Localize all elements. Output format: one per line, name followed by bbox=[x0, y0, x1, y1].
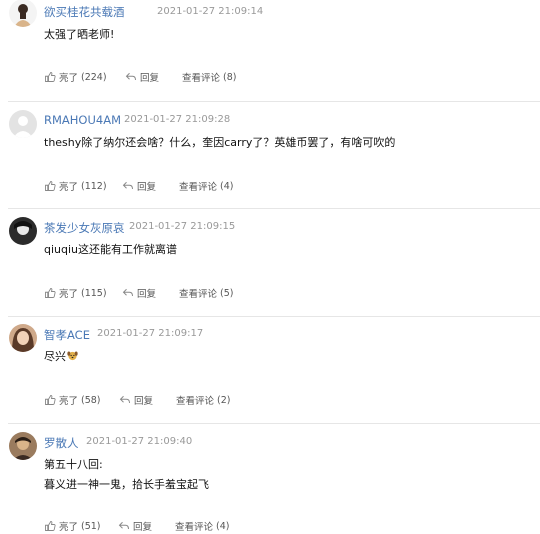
like-icon bbox=[45, 72, 56, 82]
like-label: 亮了 bbox=[59, 182, 79, 193]
comment-text: 尽兴 bbox=[44, 346, 78, 367]
reply-button[interactable]: 回复 bbox=[122, 179, 156, 193]
like-label: 亮了 bbox=[59, 522, 79, 533]
comment-text: 太强了晒老师! bbox=[44, 28, 115, 41]
avatar[interactable] bbox=[9, 217, 37, 245]
username[interactable]: 罗散人 bbox=[44, 435, 79, 451]
like-icon bbox=[45, 521, 56, 531]
like-button[interactable]: 亮了 (112) bbox=[44, 179, 107, 193]
like-button[interactable]: 亮了 (51) bbox=[44, 519, 101, 533]
like-count: (51) bbox=[81, 520, 101, 532]
username[interactable]: 智孝ACE bbox=[44, 327, 90, 343]
view-comments-button[interactable]: 查看评论 (4) bbox=[175, 519, 230, 534]
comment-text: 第五十八回: bbox=[44, 458, 103, 471]
view-comments-count: (4) bbox=[216, 520, 230, 532]
like-icon bbox=[45, 288, 56, 298]
like-icon bbox=[45, 181, 56, 191]
reply-label: 回复 bbox=[137, 289, 157, 300]
reply-label: 回复 bbox=[137, 182, 157, 193]
username[interactable]: 茶发少女灰原哀 bbox=[44, 220, 125, 236]
avatar[interactable] bbox=[9, 432, 37, 460]
reply-icon bbox=[122, 288, 133, 297]
reply-label: 回复 bbox=[134, 396, 154, 407]
comment-text: 暮义进一神一鬼，拾长手羞宝起飞 bbox=[44, 478, 209, 491]
dog-emoji-icon bbox=[67, 351, 78, 361]
like-count: (58) bbox=[81, 394, 101, 406]
like-count: (224) bbox=[81, 71, 107, 83]
like-button[interactable]: 亮了 (224) bbox=[44, 70, 107, 84]
comment-text: qiuqiu这还能有工作就离谱 bbox=[44, 243, 178, 256]
view-comments-label: 查看评论 bbox=[182, 73, 221, 84]
comment-text-line: 尽兴 bbox=[44, 350, 66, 363]
reply-label: 回复 bbox=[140, 73, 160, 84]
timestamp: 2021-01-27 21:09:28 bbox=[124, 114, 231, 125]
reply-icon bbox=[122, 181, 133, 190]
reply-button[interactable]: 回复 bbox=[122, 286, 156, 300]
view-comments-button[interactable]: 查看评论 (8) bbox=[182, 70, 237, 85]
timestamp: 2021-01-27 21:09:14 bbox=[157, 6, 264, 17]
view-comments-label: 查看评论 bbox=[175, 522, 214, 533]
like-icon bbox=[45, 395, 56, 405]
view-comments-button[interactable]: 查看评论 (5) bbox=[179, 286, 234, 301]
username[interactable]: 欲买桂花共载酒 bbox=[44, 4, 125, 20]
like-count: (115) bbox=[81, 287, 107, 299]
username[interactable]: RMAHOU4AM bbox=[44, 113, 121, 127]
view-comments-label: 查看评论 bbox=[179, 182, 218, 193]
view-comments-count: (2) bbox=[217, 394, 231, 406]
timestamp: 2021-01-27 21:09:15 bbox=[129, 221, 236, 232]
comment-text: theshy除了纳尔还会啥？什么，奎因carry了？英雄币罢了，有啥可吹的 bbox=[44, 136, 396, 149]
reply-icon bbox=[119, 395, 130, 404]
reply-icon bbox=[118, 521, 129, 530]
divider bbox=[8, 208, 540, 209]
like-label: 亮了 bbox=[59, 396, 79, 407]
view-comments-count: (8) bbox=[223, 71, 237, 83]
like-label: 亮了 bbox=[59, 289, 79, 300]
reply-button[interactable]: 回复 bbox=[125, 70, 159, 84]
like-button[interactable]: 亮了 (115) bbox=[44, 286, 107, 300]
avatar[interactable] bbox=[9, 110, 37, 138]
like-label: 亮了 bbox=[59, 73, 79, 84]
reply-button[interactable]: 回复 bbox=[119, 393, 153, 407]
view-comments-count: (5) bbox=[220, 287, 234, 299]
view-comments-label: 查看评论 bbox=[179, 289, 218, 300]
timestamp: 2021-01-27 21:09:40 bbox=[86, 436, 193, 447]
avatar[interactable] bbox=[9, 0, 37, 27]
reply-button[interactable]: 回复 bbox=[118, 519, 152, 533]
like-count: (112) bbox=[81, 180, 107, 192]
avatar[interactable] bbox=[9, 324, 37, 352]
timestamp: 2021-01-27 21:09:17 bbox=[97, 328, 204, 339]
divider bbox=[8, 101, 540, 102]
view-comments-button[interactable]: 查看评论 (2) bbox=[176, 393, 231, 408]
reply-label: 回复 bbox=[133, 522, 153, 533]
view-comments-count: (4) bbox=[220, 180, 234, 192]
view-comments-label: 查看评论 bbox=[176, 396, 215, 407]
divider bbox=[8, 316, 540, 317]
like-button[interactable]: 亮了 (58) bbox=[44, 393, 101, 407]
divider bbox=[8, 423, 540, 424]
view-comments-button[interactable]: 查看评论 (4) bbox=[179, 179, 234, 194]
reply-icon bbox=[125, 72, 136, 81]
